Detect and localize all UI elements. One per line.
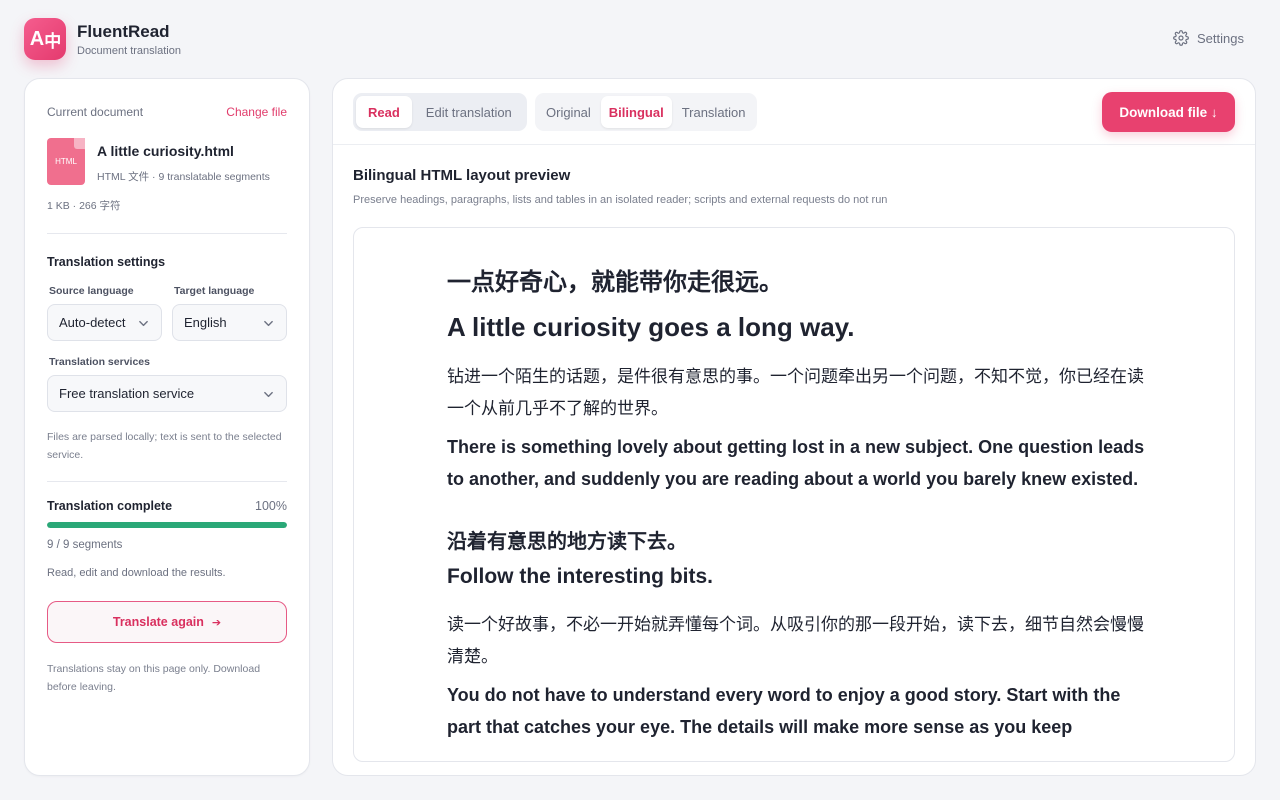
result-hint: Read, edit and download the results. bbox=[47, 567, 226, 579]
reader-content: 一点好奇心，就能带你走很远。 A little curiosity goes a… bbox=[447, 264, 1147, 743]
tab-edit-translation[interactable]: Edit translation bbox=[414, 96, 524, 128]
app-title: FluentRead bbox=[77, 22, 170, 41]
target-language-label: Target language bbox=[174, 285, 255, 297]
sidebar-panel: Current document Change file HTML A litt… bbox=[24, 78, 310, 776]
preview-title: Bilingual HTML layout preview bbox=[353, 167, 571, 184]
toolbar: Read Edit translation Original Bilingual… bbox=[333, 79, 1255, 145]
settings-button[interactable]: Settings bbox=[1173, 30, 1244, 46]
chevron-down-icon bbox=[139, 320, 148, 327]
translation-services-label: Translation services bbox=[49, 356, 150, 368]
paragraph-translation: There is something lovely about getting … bbox=[447, 437, 1145, 489]
translate-again-label: Translate again bbox=[112, 615, 204, 629]
file-type-badge: HTML bbox=[55, 157, 77, 166]
translate-again-button[interactable]: Translate again ➔ bbox=[47, 601, 287, 643]
file-fold-icon bbox=[74, 138, 85, 149]
source-language-value: Auto-detect bbox=[59, 315, 126, 330]
paragraph-original: 钻进一个陌生的话题，是件很有意思的事。一个问题牵出另一个问题，不知不觉，你已经在… bbox=[447, 367, 1144, 419]
divider bbox=[47, 481, 287, 482]
arrow-right-icon: ➔ bbox=[211, 616, 222, 629]
chevron-down-icon bbox=[264, 320, 273, 327]
progress-bar bbox=[47, 522, 287, 528]
app-subtitle: Document translation bbox=[77, 45, 181, 57]
chevron-down-icon bbox=[264, 391, 273, 398]
heading-translation: A little curiosity goes a long way. bbox=[447, 312, 855, 342]
translation-settings-title: Translation settings bbox=[47, 255, 166, 269]
tab-translation[interactable]: Translation bbox=[674, 96, 754, 128]
change-file-link[interactable]: Change file bbox=[226, 105, 287, 119]
privacy-hint: Files are parsed locally; text is sent t… bbox=[47, 431, 282, 461]
tab-original[interactable]: Original bbox=[538, 96, 599, 128]
divider bbox=[47, 233, 287, 234]
heading-original: 一点好奇心，就能带你走很远。 bbox=[447, 268, 783, 296]
preview-subtitle: Preserve headings, paragraphs, lists and… bbox=[353, 194, 888, 206]
settings-label: Settings bbox=[1197, 30, 1244, 46]
target-language-value: English bbox=[184, 315, 227, 330]
progress-title: Translation complete bbox=[47, 499, 173, 513]
progress-percent: 100% bbox=[255, 499, 287, 513]
segments-count: 9 / 9 segments bbox=[47, 539, 123, 551]
gear-icon bbox=[1173, 30, 1189, 46]
tab-read[interactable]: Read bbox=[356, 96, 412, 128]
translation-service-select[interactable]: Free translation service bbox=[47, 375, 287, 412]
progress-bar-fill bbox=[47, 522, 287, 528]
paragraph-translation: You do not have to understand every word… bbox=[447, 685, 1121, 737]
bilingual-reader[interactable]: 一点好奇心，就能带你走很远。 A little curiosity goes a… bbox=[353, 227, 1235, 762]
footer-hint: Translations stay on this page only. Dow… bbox=[47, 663, 261, 693]
file-name: A little curiosity.html bbox=[97, 143, 234, 159]
download-file-button[interactable]: Download file ↓ bbox=[1102, 92, 1235, 132]
mode-tabs: Read Edit translation bbox=[353, 93, 527, 131]
paragraph-original: 读一个好故事，不必一开始就弄懂每个词。从吸引你的那一段开始，读下去，细节自然会慢… bbox=[447, 615, 1144, 667]
app-logo-icon: A中 bbox=[24, 18, 66, 60]
subheading-translation: Follow the interesting bits. bbox=[447, 565, 714, 588]
subheading-original: 沿着有意思的地方读下去。 bbox=[447, 529, 687, 553]
file-size: 1 KB · 266 字符 bbox=[47, 200, 121, 212]
file-meta: HTML 文件 · 9 translatable segments bbox=[97, 171, 270, 183]
app-header: A中 FluentRead Document translation Setti… bbox=[0, 0, 1280, 78]
main-panel: Read Edit translation Original Bilingual… bbox=[332, 78, 1256, 776]
tab-bilingual[interactable]: Bilingual bbox=[600, 96, 672, 128]
target-language-select[interactable]: English bbox=[172, 304, 287, 341]
translation-service-value: Free translation service bbox=[59, 386, 195, 401]
view-tabs: Original Bilingual Translation bbox=[535, 93, 757, 131]
source-language-label: Source language bbox=[49, 285, 134, 297]
source-language-select[interactable]: Auto-detect bbox=[47, 304, 162, 341]
